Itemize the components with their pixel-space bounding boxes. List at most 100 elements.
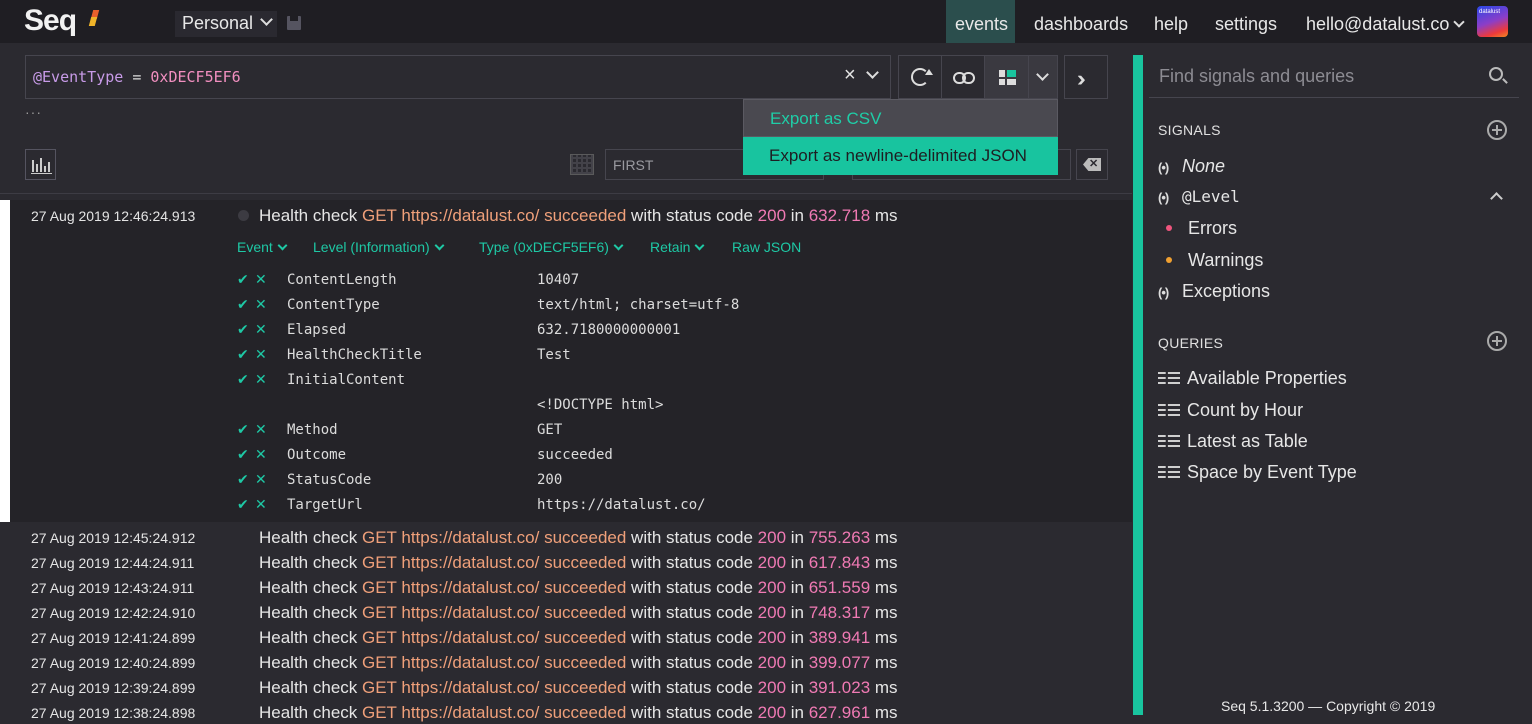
selected-event-indicator [0,200,10,522]
message-token: in [786,678,809,697]
include-filter-icon[interactable]: ✔ [237,347,249,363]
message-token: succeeded [544,528,627,547]
signal-icon: (•) [1158,160,1169,175]
query-space-by-event-type[interactable]: Space by Event Type [1158,462,1357,483]
event-message[interactable]: Health check GET https://datalust.co/ su… [259,206,898,226]
tab-retain[interactable]: Retain [650,239,705,255]
event-message[interactable]: Health check GET https://datalust.co/ su… [259,703,898,723]
nav-dashboards[interactable]: dashboards [1034,0,1128,43]
workspace-selector[interactable]: Personal [175,11,277,37]
more-options[interactable]: ··· [25,104,42,120]
calendar-icon[interactable] [570,154,594,175]
message-token: succeeded [544,553,627,572]
signal-none[interactable]: (•) None [1158,156,1225,177]
event-message[interactable]: Health check GET https://datalust.co/ su… [259,578,898,598]
message-token: GET [362,553,397,572]
nav-events[interactable]: events [946,0,1015,43]
export-csv-item[interactable]: Export as CSV [743,99,1058,137]
property-name: Method [287,422,338,438]
export-json-item[interactable]: Export as newline-delimited JSON [743,137,1058,175]
tab-type[interactable]: Type (0xDECF5EF6) [479,239,624,255]
exclude-filter-icon[interactable]: ✕ [255,497,267,513]
include-filter-icon[interactable]: ✔ [237,272,249,288]
event-message[interactable]: Health check GET https://datalust.co/ su… [259,603,898,623]
refresh-button[interactable] [898,55,942,99]
tail-button[interactable]: ›› [1064,55,1108,99]
table-row[interactable] [10,527,11,528]
signal-errors[interactable]: Errors [1188,218,1237,239]
property-row: ✔ ✕ TargetUrl https://datalust.co/ [237,497,1117,522]
signal-level[interactable]: (•) @Level [1158,187,1240,206]
clear-dates-button[interactable]: ✕ [1076,149,1108,180]
export-button[interactable] [984,55,1029,99]
query-available-properties[interactable]: Available Properties [1158,368,1347,389]
include-filter-icon[interactable]: ✔ [237,372,249,388]
table-row[interactable] [10,652,11,653]
exclude-filter-icon[interactable]: ✕ [255,322,267,338]
errors-bullet-icon [1166,225,1172,231]
avatar[interactable]: datalust [1477,6,1508,37]
exclude-filter-icon[interactable]: ✕ [255,372,267,388]
panel-splitter[interactable] [1133,55,1143,715]
search-icon[interactable] [1489,67,1503,81]
table-row[interactable] [10,602,11,603]
grid-icon [999,70,1016,85]
chevron-down-icon [260,13,273,26]
event-message[interactable]: Health check GET https://datalust.co/ su… [259,528,898,548]
exclude-filter-icon[interactable]: ✕ [255,272,267,288]
query-latest-as-table[interactable]: Latest as Table [1158,431,1308,452]
save-icon[interactable] [287,16,301,30]
include-filter-icon[interactable]: ✔ [237,422,249,438]
exclude-filter-icon[interactable]: ✕ [255,347,267,363]
table-row[interactable] [10,677,11,678]
include-filter-icon[interactable]: ✔ [237,297,249,313]
exclude-filter-icon[interactable]: ✕ [255,447,267,463]
event-message[interactable]: Health check GET https://datalust.co/ su… [259,553,898,573]
table-row[interactable] [10,552,11,553]
search-input[interactable]: @EventType = 0xDECF5EF6 [25,55,891,99]
message-token: 200 [757,628,787,647]
signal-warnings[interactable]: Warnings [1188,250,1263,271]
event-message[interactable]: Health check GET https://datalust.co/ su… [259,653,898,673]
signal-search-input[interactable]: Find signals and queries [1149,55,1519,98]
message-token: Health check [259,528,362,547]
seq-logo[interactable]: Seq [24,4,77,38]
property-value: text/html; charset=utf-8 [537,297,740,313]
exclude-filter-icon[interactable]: ✕ [255,472,267,488]
include-filter-icon[interactable]: ✔ [237,472,249,488]
property-value: https://datalust.co/ [537,497,706,513]
nav-settings[interactable]: settings [1215,0,1277,43]
property-name: InitialContent [287,372,406,388]
include-filter-icon[interactable]: ✔ [237,497,249,513]
query-property: @EventType [33,68,124,86]
message-token: succeeded [544,653,627,672]
event-message[interactable]: Health check GET https://datalust.co/ su… [259,678,898,698]
table-row[interactable] [10,627,11,628]
include-filter-icon[interactable]: ✔ [237,447,249,463]
exclude-filter-icon[interactable]: ✕ [255,422,267,438]
export-menu-toggle[interactable] [1028,55,1058,99]
property-row: ✔ ✕ InitialContent [237,372,1117,397]
add-signal-icon[interactable] [1487,120,1507,140]
event-message[interactable]: Health check GET https://datalust.co/ su… [259,628,898,648]
add-query-icon[interactable] [1487,331,1507,351]
message-token: GET [362,703,397,722]
event-timestamp: 27 Aug 2019 12:39:24.899 [31,680,196,696]
nav-user-menu[interactable]: hello@datalust.co [1306,0,1466,43]
table-row[interactable] [10,577,11,578]
signal-icon: (•) [1158,285,1169,300]
clear-query-icon[interactable]: × [844,64,856,87]
event-timestamp: 27 Aug 2019 12:38:24.898 [31,705,196,721]
tab-level[interactable]: Level (Information) [313,239,445,255]
table-row[interactable] [10,702,11,703]
histogram-button[interactable] [25,149,56,180]
link-button[interactable] [941,55,985,99]
signal-exceptions[interactable]: (•) Exceptions [1158,281,1270,302]
nav-help[interactable]: help [1154,0,1188,43]
property-row: <!DOCTYPE html> [237,397,1117,422]
exclude-filter-icon[interactable]: ✕ [255,297,267,313]
tab-raw-json[interactable]: Raw JSON [732,239,801,255]
include-filter-icon[interactable]: ✔ [237,322,249,338]
query-count-by-hour[interactable]: Count by Hour [1158,400,1303,421]
tab-event[interactable]: Event [237,239,288,255]
